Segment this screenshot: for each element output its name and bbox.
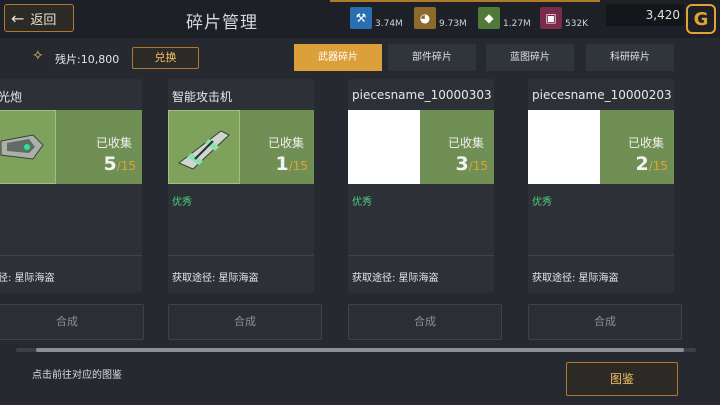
fragment-card[interactable]: 智能攻击机 已收集 1/15 优秀 获取途径: 星际海盗: [168, 79, 314, 293]
fragment-card[interactable]: piecesname_10000203 已收集 2/15 优秀 获取途径: 星际…: [528, 79, 674, 293]
resource-cube: ▣ 532K: [540, 3, 588, 29]
fragment-image: [348, 110, 420, 184]
resource-value: 532K: [565, 19, 589, 29]
fragment-image: [0, 110, 56, 184]
card-name: 智能攻击机: [172, 90, 233, 104]
scrollbar-thumb[interactable]: [36, 348, 684, 352]
sparkle-icon: ✧: [32, 48, 44, 64]
fragment-card[interactable]: piecesname_10000303 已收集 3/15 优秀 获取途径: 星际…: [348, 79, 494, 293]
title-divider: [330, 0, 600, 2]
quality-label: 优秀: [172, 197, 192, 208]
collected-label: 已收集: [267, 136, 304, 150]
fragment-count: 残片:10,800: [55, 53, 120, 66]
source-text: 获取途径: 星际海盗: [172, 273, 259, 284]
resource-wrench: ⚒ 3.74M: [350, 3, 403, 29]
back-button[interactable]: ← 返回: [4, 4, 74, 32]
synthesize-button[interactable]: 合成: [348, 304, 502, 340]
tab-blueprint-fragments[interactable]: 蓝图碎片: [486, 44, 574, 71]
synthesize-button[interactable]: 合成: [528, 304, 682, 340]
quality-label: 优秀: [352, 197, 372, 208]
exchange-button[interactable]: 兑换: [132, 47, 199, 69]
wrench-icon: ⚒: [350, 7, 372, 29]
back-label: 返回: [30, 12, 57, 28]
card-name: piecesname_10000203: [532, 88, 672, 102]
fragment-image: [168, 110, 240, 184]
hint-text: 点击前往对应的图鉴: [32, 370, 122, 381]
card-band: 已收集 1/15: [168, 110, 314, 184]
source-text: 获取途径: 星际海盗: [352, 273, 439, 284]
divider: [0, 255, 142, 256]
cube-icon: ▣: [540, 7, 562, 29]
gold-counter: 3,420: [606, 4, 684, 26]
fragment-progress: 2/15: [635, 153, 668, 175]
tab-weapon-fragments[interactable]: 武器碎片: [294, 44, 382, 71]
resource-value: 9.73M: [439, 19, 467, 29]
rock-icon: ◕: [414, 7, 436, 29]
tab-research-fragments[interactable]: 科研碎片: [586, 44, 674, 71]
card-band: 已收集 2/15: [528, 110, 674, 184]
card-band: 已收集 3/15: [348, 110, 494, 184]
divider: [168, 255, 314, 256]
divider: [528, 255, 674, 256]
fragment-card[interactable]: 光炮 已收集 5/15 径: 星际海盗: [0, 79, 142, 293]
quality-label: 优秀: [532, 197, 552, 208]
crystal-icon: ◆: [478, 7, 500, 29]
collected-label: 已收集: [447, 136, 484, 150]
attack-drone-icon: [178, 130, 230, 170]
fragment-progress: 1/15: [275, 153, 308, 175]
source-text: 获取途径: 星际海盗: [532, 273, 619, 284]
synthesize-button[interactable]: 合成: [0, 304, 144, 340]
fragment-progress: 5/15: [103, 153, 136, 175]
cannon-ship-icon: [0, 134, 44, 160]
card-band: 已收集 5/15: [0, 110, 142, 184]
page-title: 碎片管理: [186, 13, 258, 33]
gold-g-icon[interactable]: G: [686, 4, 716, 34]
fragment-image: [528, 110, 600, 184]
resource-value: 3.74M: [375, 19, 403, 29]
resource-value: 1.27M: [503, 19, 531, 29]
tab-part-fragments[interactable]: 部件碎片: [388, 44, 476, 71]
card-name: piecesname_10000303: [352, 88, 492, 102]
divider: [348, 255, 494, 256]
source-text: 径: 星际海盗: [0, 273, 55, 284]
resource-rock: ◕ 9.73M: [414, 3, 467, 29]
collected-label: 已收集: [627, 136, 664, 150]
collected-label: 已收集: [95, 136, 132, 150]
arrow-left-icon: ←: [11, 8, 25, 28]
resource-crystal: ◆ 1.27M: [478, 3, 531, 29]
codex-button[interactable]: 图鉴: [566, 362, 678, 396]
fragment-progress: 3/15: [455, 153, 488, 175]
card-name: 光炮: [0, 90, 23, 104]
synthesize-button[interactable]: 合成: [168, 304, 322, 340]
